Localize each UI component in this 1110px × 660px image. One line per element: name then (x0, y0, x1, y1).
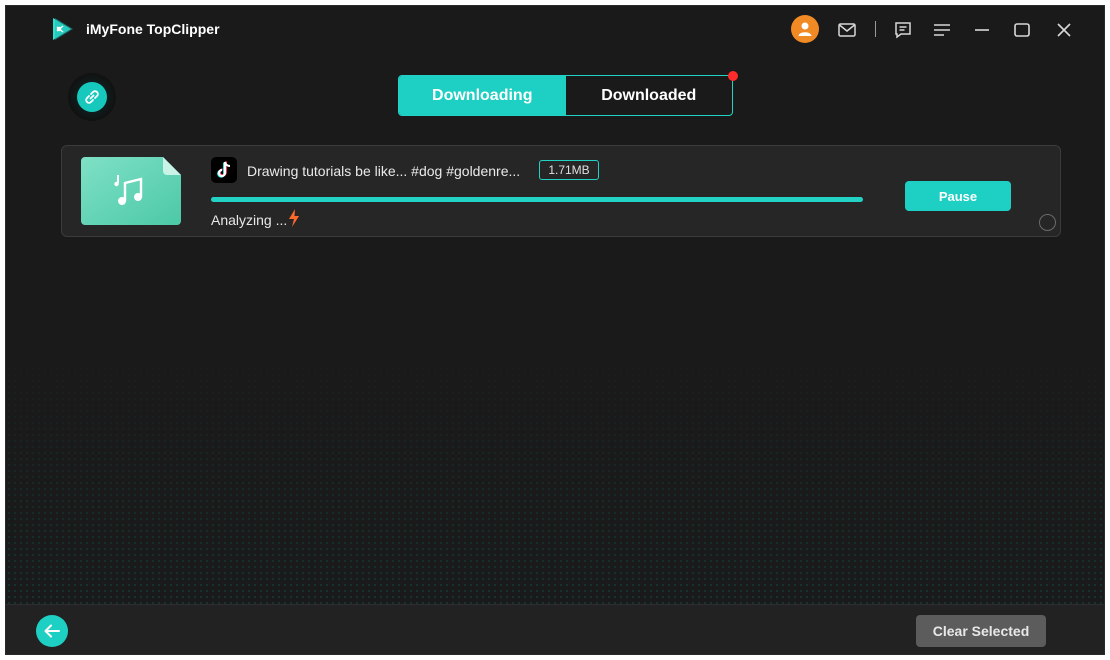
download-tabs: Downloading Downloaded (398, 71, 738, 116)
close-icon[interactable] (1050, 16, 1078, 44)
tiktok-icon (211, 157, 237, 183)
pause-button[interactable]: Pause (905, 181, 1011, 211)
titlebar-divider (875, 21, 876, 37)
file-size-badge: 1.71MB (539, 160, 599, 180)
paste-link-button[interactable] (68, 73, 116, 121)
clear-selected-button[interactable]: Clear Selected (916, 615, 1046, 647)
progress-bar-fill (211, 197, 863, 202)
lightning-icon (289, 209, 299, 227)
download-title: Drawing tutorials be like... #dog #golde… (247, 163, 521, 179)
footer-bar: Clear Selected (6, 604, 1104, 654)
back-button[interactable] (36, 615, 68, 647)
download-item: Drawing tutorials be like... #dog #golde… (61, 145, 1061, 237)
tab-downloaded[interactable]: Downloaded (566, 76, 733, 115)
download-status: Analyzing ... (211, 212, 288, 228)
audio-file-thumbnail (81, 157, 181, 225)
minimize-icon[interactable] (968, 16, 996, 44)
notification-dot (728, 71, 738, 81)
title-bar: iMyFone TopClipper (6, 6, 1104, 52)
maximize-icon[interactable] (1008, 16, 1036, 44)
feedback-icon[interactable] (889, 16, 917, 44)
app-logo-icon (53, 18, 73, 40)
menu-icon[interactable] (928, 16, 956, 44)
tab-downloading[interactable]: Downloading (399, 76, 566, 115)
progress-bar (211, 197, 863, 202)
arrow-left-icon (44, 624, 60, 638)
avatar-icon[interactable] (791, 15, 819, 43)
link-icon (85, 90, 99, 104)
app-window: iMyFone TopClipper Downloading Downloade… (5, 5, 1105, 655)
background-wave-pattern (6, 336, 1104, 606)
mail-icon[interactable] (833, 16, 861, 44)
app-title: iMyFone TopClipper (86, 21, 220, 37)
select-item-checkbox[interactable] (1039, 214, 1056, 231)
